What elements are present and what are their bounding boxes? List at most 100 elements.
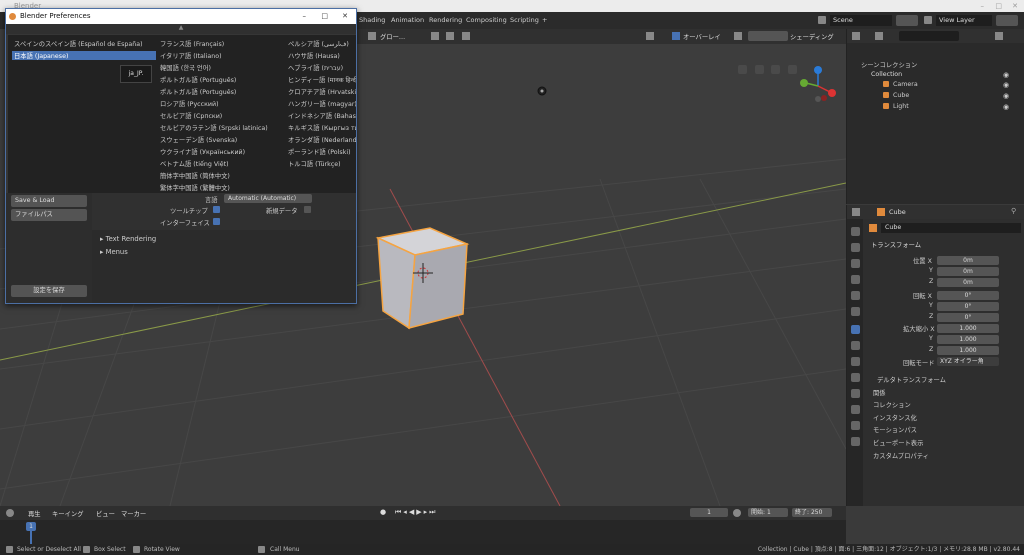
language-option[interactable]: ロシア語 (Русский) (160, 99, 219, 108)
language-option[interactable]: ポルトガル語 (Português) (160, 87, 236, 96)
rotation-y-field[interactable]: 0° (937, 302, 999, 311)
world-tab-icon[interactable] (851, 307, 860, 316)
filter-icon[interactable] (995, 32, 1003, 40)
language-option[interactable]: ポーランド語 (Polski) (288, 147, 356, 156)
eye-icon[interactable]: ◉ (1003, 71, 1009, 79)
relations-panel[interactable]: 関係 (873, 388, 886, 397)
language-option[interactable]: フランス語 (Français) (160, 39, 224, 48)
view-layer-field[interactable]: View Layer (936, 15, 992, 26)
maximize-icon[interactable]: □ (995, 0, 1002, 12)
language-option[interactable]: ヒンディー語 (मानक हिन्दी) (288, 75, 356, 84)
camera-view-icon[interactable] (755, 65, 764, 74)
language-option[interactable]: スペインのスペイン語 (Español de España) (14, 39, 156, 48)
language-option[interactable]: オランダ語 (Nederlandse ta) (288, 135, 356, 144)
scale-z-field[interactable]: 1.000 (937, 346, 999, 355)
editor-type-icon[interactable] (6, 509, 14, 517)
overlay-menu[interactable]: オーバーレイ (683, 32, 721, 41)
editor-type-icon[interactable] (852, 208, 860, 216)
editor-type-icon[interactable] (852, 32, 860, 40)
eye-icon[interactable]: ◉ (1003, 81, 1009, 89)
collections-panel[interactable]: コレクション (873, 400, 911, 409)
visibility-icon[interactable] (646, 32, 654, 40)
proportional-icon[interactable] (462, 32, 470, 40)
language-option[interactable]: トルコ語 (Türkçe) (288, 159, 356, 168)
outliner-item-cube[interactable]: Cube (893, 92, 909, 99)
tab-rendering[interactable]: Rendering (429, 12, 462, 29)
language-option[interactable]: ハウサ語 (Hausa) (288, 51, 356, 60)
scene-field[interactable]: Scene (830, 15, 892, 26)
grid-view-icon[interactable] (738, 65, 747, 74)
tab-shading[interactable]: Shading (359, 12, 385, 29)
add-workspace-button[interactable]: + (542, 12, 547, 29)
close-icon[interactable]: ✕ (342, 9, 348, 24)
delta-transform-panel[interactable]: デルタトランスフォーム (877, 375, 946, 384)
view-layer-buttons[interactable] (996, 15, 1018, 26)
transform-panel-header[interactable]: トランスフォーム (871, 240, 921, 249)
location-y-field[interactable]: 0m (937, 267, 999, 276)
language-select[interactable]: Automatic (Automatic) (224, 194, 312, 203)
hand-icon[interactable] (771, 65, 780, 74)
particles-tab-icon[interactable] (851, 357, 860, 366)
physics-tab-icon[interactable] (851, 373, 860, 382)
rotation-mode-select[interactable]: XYZ オイラー角 (937, 357, 999, 366)
view-menu[interactable]: ビュー (96, 509, 115, 518)
marker-menu[interactable]: マーカー (121, 509, 146, 518)
sidebar-item-save-load[interactable]: Save & Load (11, 195, 87, 207)
motion-paths-panel[interactable]: モーションパス (873, 425, 917, 434)
save-preferences-button[interactable]: 設定を保存 (11, 285, 87, 297)
view-layer-tab-icon[interactable] (851, 275, 860, 284)
keying-menu[interactable]: キーイング (52, 509, 83, 518)
tab-scripting[interactable]: Scripting (510, 12, 539, 29)
xray-icon[interactable] (734, 32, 742, 40)
shading-menu[interactable]: シェーディング (790, 32, 834, 41)
display-mode-icon[interactable] (875, 32, 883, 40)
tab-compositing[interactable]: Compositing (466, 12, 507, 29)
render-tab-icon[interactable] (851, 243, 860, 252)
language-option[interactable]: ハンガリー語 (magyar) (288, 99, 356, 108)
scene-buttons[interactable] (896, 15, 918, 26)
object-name-field[interactable]: Cube (881, 223, 1021, 233)
texture-tab-icon[interactable] (851, 437, 860, 446)
language-option[interactable]: 韓国語 (한국 언어) (160, 63, 211, 72)
sidebar-item-file-paths[interactable]: ファイルパス (11, 209, 87, 221)
custom-properties-panel[interactable]: カスタムプロパティ (873, 451, 929, 460)
scale-y-field[interactable]: 1.000 (937, 335, 999, 344)
record-button[interactable]: ● (380, 508, 386, 516)
text-rendering-panel[interactable]: ▸ Text Rendering (100, 235, 156, 243)
scene-tab-icon[interactable] (851, 291, 860, 300)
constraints-tab-icon[interactable] (851, 389, 860, 398)
snap-icon[interactable] (446, 32, 454, 40)
overlay-icon[interactable] (672, 32, 680, 40)
minimize-icon[interactable]: – (303, 9, 307, 24)
tooltips-checkbox[interactable] (213, 206, 220, 213)
tab-animation[interactable]: Animation (391, 12, 424, 29)
playhead[interactable]: 1 (26, 522, 36, 531)
language-option[interactable]: 繁体字中国語 (繁體中文) (160, 183, 230, 192)
outliner-search-input[interactable] (899, 31, 959, 41)
zoom-icon[interactable] (788, 65, 797, 74)
transform-orientation[interactable]: グロー… (380, 32, 405, 41)
outliner-item-camera[interactable]: Camera (893, 81, 918, 88)
language-option[interactable]: キルギス語 (Кыргыз тили) (288, 123, 356, 132)
transform-orientation-icon[interactable] (368, 32, 376, 40)
outliner-item-light[interactable]: Light (893, 103, 909, 110)
language-option[interactable]: クロアチア語 (Hrvatski) (288, 87, 356, 96)
eye-icon[interactable]: ◉ (1003, 92, 1009, 100)
language-option[interactable]: インドネシア語 (Bahasa indo) (288, 111, 356, 120)
instancing-panel[interactable]: インスタンス化 (873, 413, 917, 422)
language-option[interactable]: ヘブライ語 (עברית) (288, 63, 356, 72)
minimize-icon[interactable]: – (981, 0, 985, 12)
maximize-icon[interactable]: □ (321, 9, 328, 24)
language-option[interactable]: 簡体字中国語 (简体中文) (160, 171, 230, 180)
current-frame-field[interactable]: 1 (690, 508, 728, 517)
language-option[interactable]: ベトナム語 (tiếng Việt) (160, 159, 229, 168)
playback-controls[interactable]: ⏮◂◀▶▸⏭ (395, 508, 437, 517)
language-option[interactable]: ウクライナ語 (Український) (160, 147, 245, 156)
pin-icon[interactable]: ⚲ (1011, 207, 1016, 215)
playback-menu[interactable]: 再生 (28, 509, 41, 518)
menus-panel[interactable]: ▸ Menus (100, 248, 128, 256)
object-tab-icon[interactable] (851, 325, 860, 334)
language-option-selected[interactable]: 日本語 (Japanese) (12, 51, 156, 60)
output-tab-icon[interactable] (851, 259, 860, 268)
language-option[interactable]: イタリア語 (Italiano) (160, 51, 222, 60)
